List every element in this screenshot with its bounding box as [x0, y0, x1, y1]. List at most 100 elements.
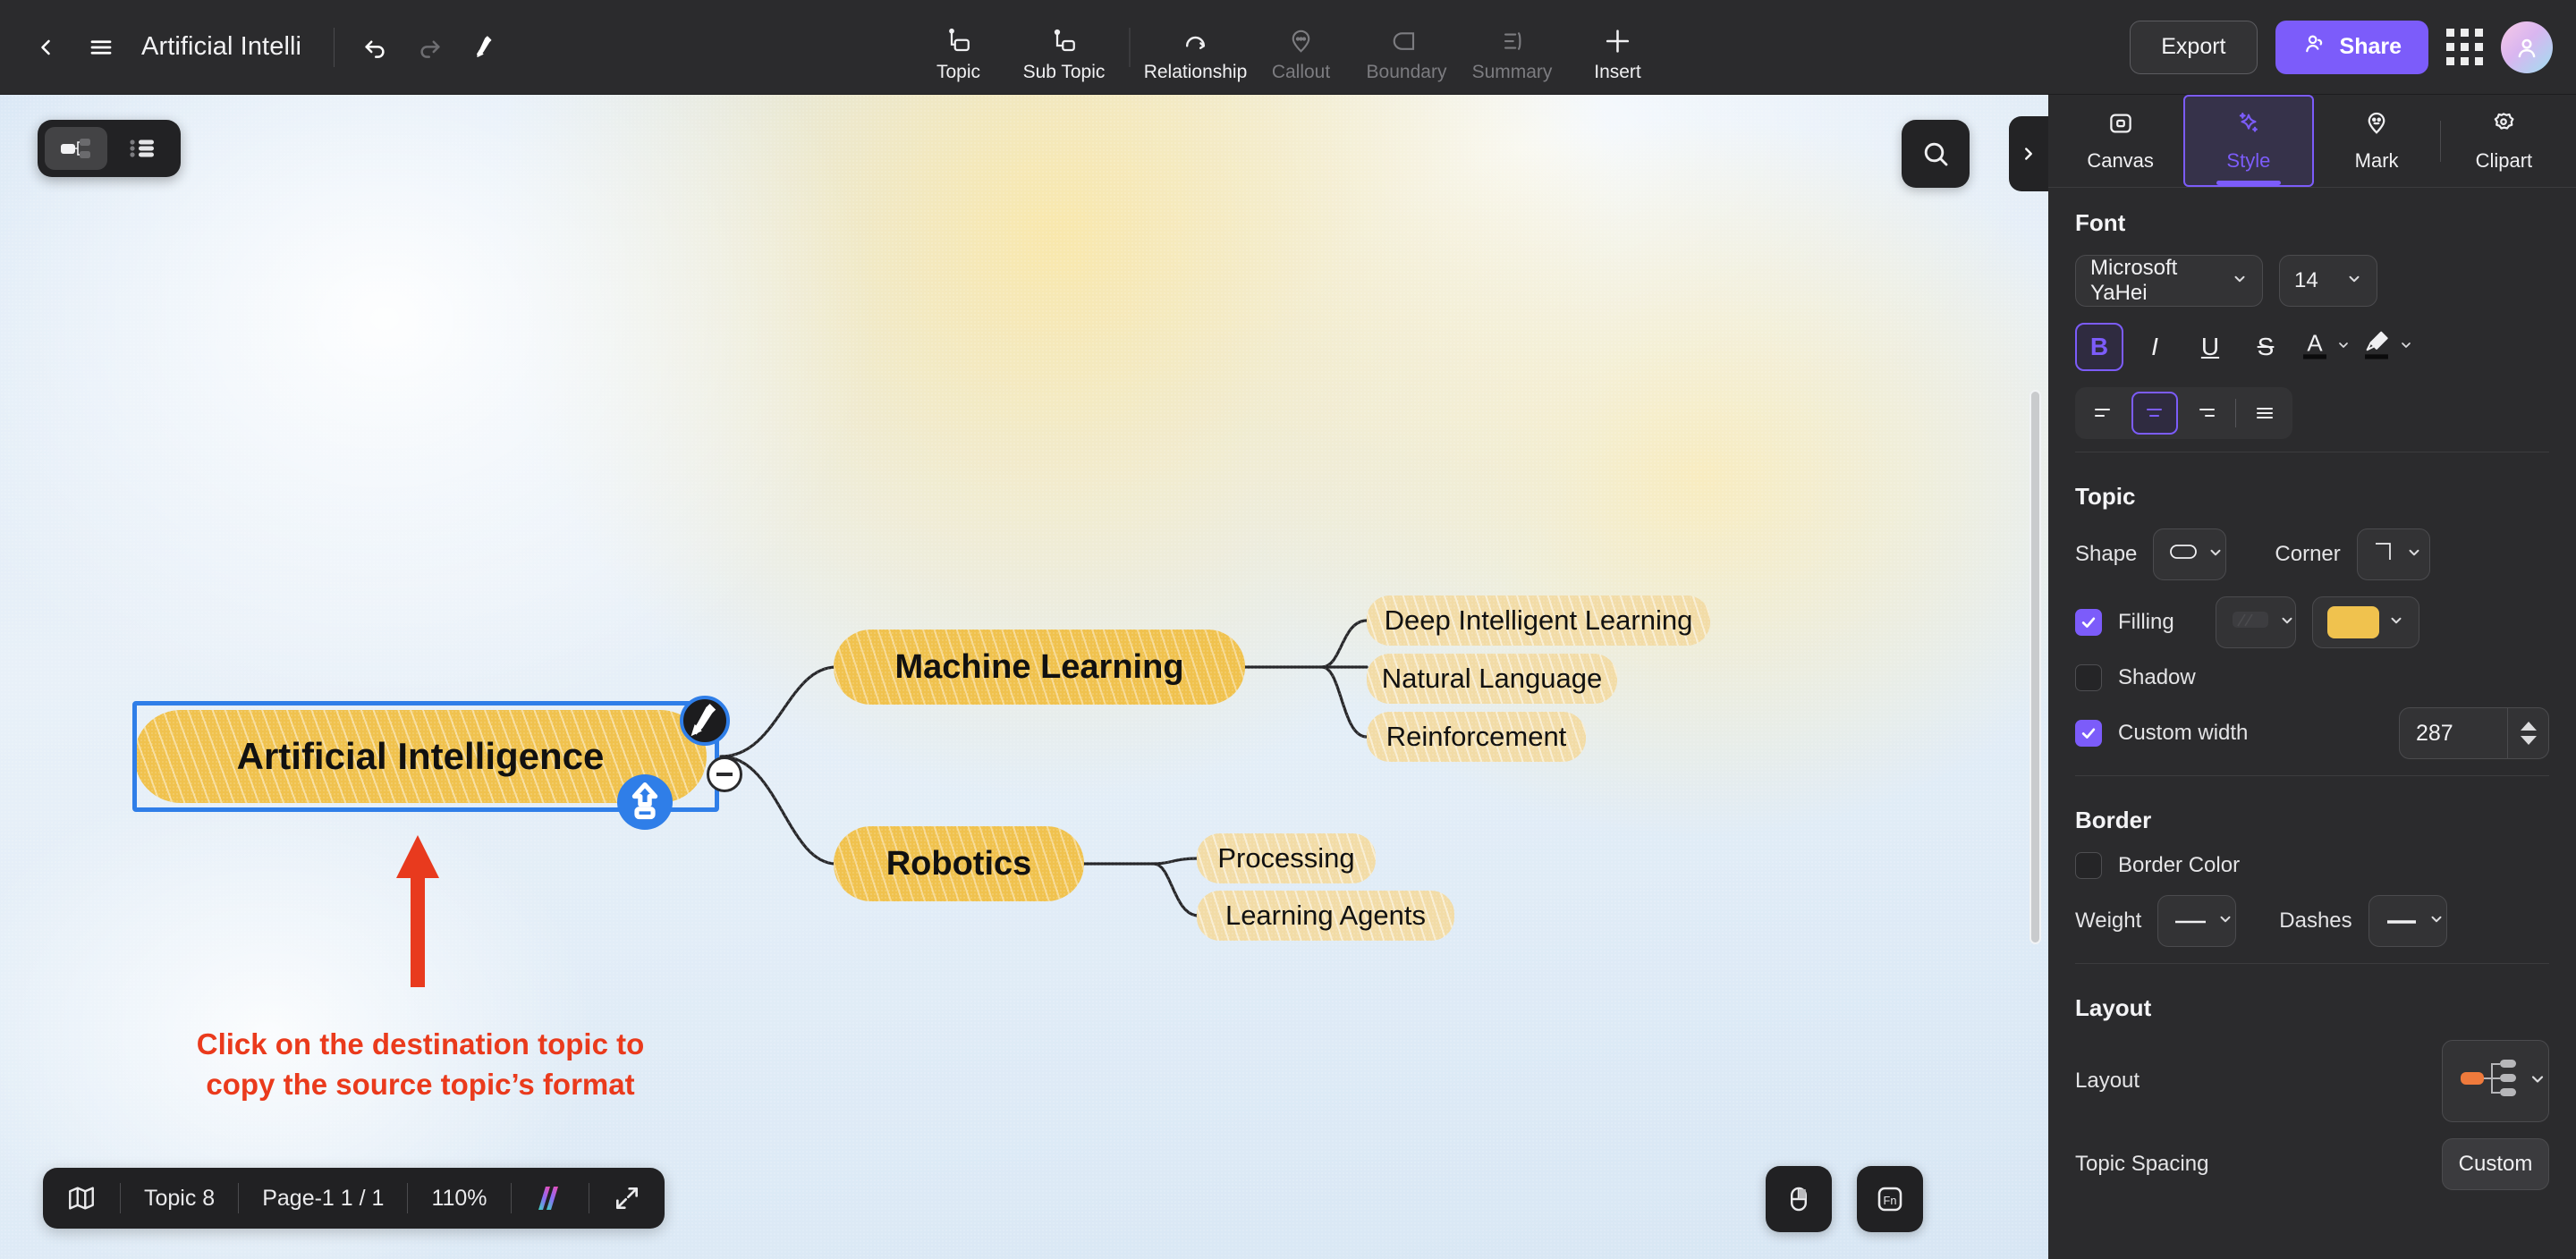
canvas-vertical-scrollbar[interactable] [2029, 390, 2041, 944]
tool-sub-topic[interactable]: Sub Topic [1012, 0, 1117, 94]
filling-checkbox[interactable] [2075, 609, 2102, 636]
custom-width-value[interactable]: 287 [2400, 721, 2507, 747]
stepper-down-icon[interactable] [2520, 736, 2537, 745]
fn-key-icon[interactable]: Fn [1857, 1166, 1923, 1232]
italic-label: I [2151, 333, 2158, 360]
text-color-button[interactable]: A [2297, 325, 2351, 369]
hamburger-menu-button[interactable] [73, 20, 129, 75]
layout-section-title: Layout [2075, 994, 2152, 1021]
mindmap-tree: Artificial Intelligence Machine Learning… [0, 95, 2048, 1259]
align-left-icon[interactable] [2080, 392, 2126, 435]
shadow-checkbox[interactable] [2075, 664, 2102, 691]
custom-width-stepper[interactable]: 287 [2399, 707, 2549, 759]
topic-section: Topic Shape Corner Filling Shadow Custom… [2048, 461, 2576, 785]
topic-icon [945, 26, 972, 56]
undo-button[interactable] [347, 20, 402, 75]
solid-line-icon [2173, 908, 2208, 934]
underline-label: U [2200, 333, 2220, 360]
topic-spacing-row: Topic Spacing Custom [2075, 1138, 2549, 1190]
topic-spacing-control: Custom [2442, 1138, 2549, 1190]
italic-button[interactable]: I [2131, 323, 2179, 371]
align-justify-icon[interactable] [2241, 392, 2288, 435]
leaf-node-label: Processing [1217, 842, 1355, 874]
ai-assistant-icon[interactable] [512, 1168, 589, 1229]
fill-color-select[interactable] [2311, 596, 2419, 648]
document-title[interactable]: Artificial Intelli [141, 32, 301, 62]
border-color-checkbox[interactable] [2075, 852, 2102, 879]
annotation-text: Click on the destination topic to copy t… [161, 1025, 680, 1104]
mindmap-leaf-node[interactable]: Processing [1197, 833, 1376, 883]
tab-canvas[interactable]: Canvas [2057, 95, 2183, 187]
dashes-label: Dashes [2279, 908, 2352, 933]
format-painter-button[interactable] [458, 20, 513, 75]
shape-select[interactable] [2153, 528, 2227, 580]
topic-count[interactable]: Topic 8 [121, 1168, 238, 1229]
format-painter-badge-icon[interactable] [680, 696, 730, 746]
mindmap-leaf-node[interactable]: Reinforcement [1367, 712, 1586, 762]
search-button[interactable] [1902, 120, 1970, 188]
outline-view-button[interactable] [111, 127, 174, 170]
avatar[interactable] [2501, 21, 2553, 73]
align-center-icon[interactable] [2131, 392, 2178, 435]
mouse-mode-icon[interactable] [1766, 1166, 1832, 1232]
share-person-icon [2302, 31, 2327, 63]
underline-button[interactable]: U [2186, 323, 2234, 371]
dashes-select[interactable] [2368, 895, 2447, 947]
boundary-icon [1393, 26, 1420, 56]
redo-button[interactable] [402, 20, 458, 75]
strike-label: S [2257, 333, 2275, 360]
summary-icon [1499, 26, 1526, 56]
stepper-up-icon[interactable] [2520, 722, 2537, 731]
panel-tab-bar: Canvas Style Mark Clipart [2048, 95, 2576, 188]
mindmap-leaf-node[interactable]: Learning Agents [1197, 891, 1454, 941]
toolbar-tools-group: Topic Sub Topic Relationship Callout Bou… [906, 0, 1671, 94]
toolbar-divider [334, 27, 335, 67]
custom-width-checkbox[interactable] [2075, 720, 2102, 747]
branch-node-label: Machine Learning [894, 647, 1184, 686]
weight-select[interactable] [2157, 895, 2237, 947]
apps-grid-icon[interactable] [2446, 29, 2483, 65]
stepper-arrows[interactable] [2507, 708, 2548, 758]
strikethrough-button[interactable]: S [2241, 323, 2290, 371]
branch-node-label: Robotics [886, 844, 1032, 883]
upload-badge-icon[interactable] [617, 774, 673, 830]
map-outline-icon[interactable] [43, 1168, 120, 1229]
layout-select[interactable] [2442, 1040, 2549, 1122]
fill-color-swatch [2326, 606, 2379, 638]
font-size-select[interactable]: 14 [2279, 255, 2377, 307]
topic-spacing-button[interactable]: Custom [2442, 1138, 2549, 1190]
share-button[interactable]: Share [2275, 20, 2428, 74]
tool-insert[interactable]: Insert [1565, 0, 1671, 94]
tab-style[interactable]: Style [2183, 95, 2314, 187]
zoom-level[interactable]: 110% [408, 1168, 510, 1229]
border-color-label: Border Color [2118, 853, 2241, 877]
back-button[interactable] [18, 20, 73, 75]
align-right-icon[interactable] [2183, 392, 2230, 435]
tab-mark[interactable]: Mark [2314, 95, 2440, 187]
tool-label: Relationship [1143, 62, 1248, 82]
mindmap-view-button[interactable] [45, 127, 107, 170]
page-indicator[interactable]: Page‑1 1 / 1 [239, 1168, 407, 1229]
tab-clipart[interactable]: Clipart [2441, 95, 2567, 187]
export-button[interactable]: Export [2130, 20, 2258, 74]
chevron-down-icon [2346, 271, 2362, 292]
tool-topic[interactable]: Topic [906, 0, 1012, 94]
tool-relationship[interactable]: Relationship [1143, 0, 1249, 94]
collapse-minus-icon[interactable] [707, 756, 742, 792]
mindmap-branch-node[interactable]: Machine Learning [834, 630, 1245, 705]
chevron-down-icon [2279, 613, 2295, 633]
mindmap-canvas[interactable]: Artificial Intelligence Machine Learning… [0, 95, 2048, 1259]
mindmap-branch-node[interactable]: Robotics [834, 826, 1084, 901]
font-family-select[interactable]: Microsoft YaHei [2075, 255, 2263, 307]
highlight-color-button[interactable] [2358, 325, 2413, 369]
bold-button[interactable]: B [2075, 323, 2123, 371]
weight-label: Weight [2075, 908, 2142, 933]
panel-collapse-button[interactable] [2009, 116, 2048, 191]
fullscreen-icon[interactable] [589, 1168, 665, 1229]
corner-select[interactable] [2356, 528, 2430, 580]
fill-pattern-select[interactable] [2215, 596, 2296, 648]
border-color-row: Border Color [2075, 852, 2549, 879]
layout-label: Layout [2075, 1069, 2140, 1093]
mindmap-leaf-node[interactable]: Natural Language [1367, 654, 1617, 704]
mindmap-leaf-node[interactable]: Deep Intelligent Learning [1367, 596, 1710, 646]
